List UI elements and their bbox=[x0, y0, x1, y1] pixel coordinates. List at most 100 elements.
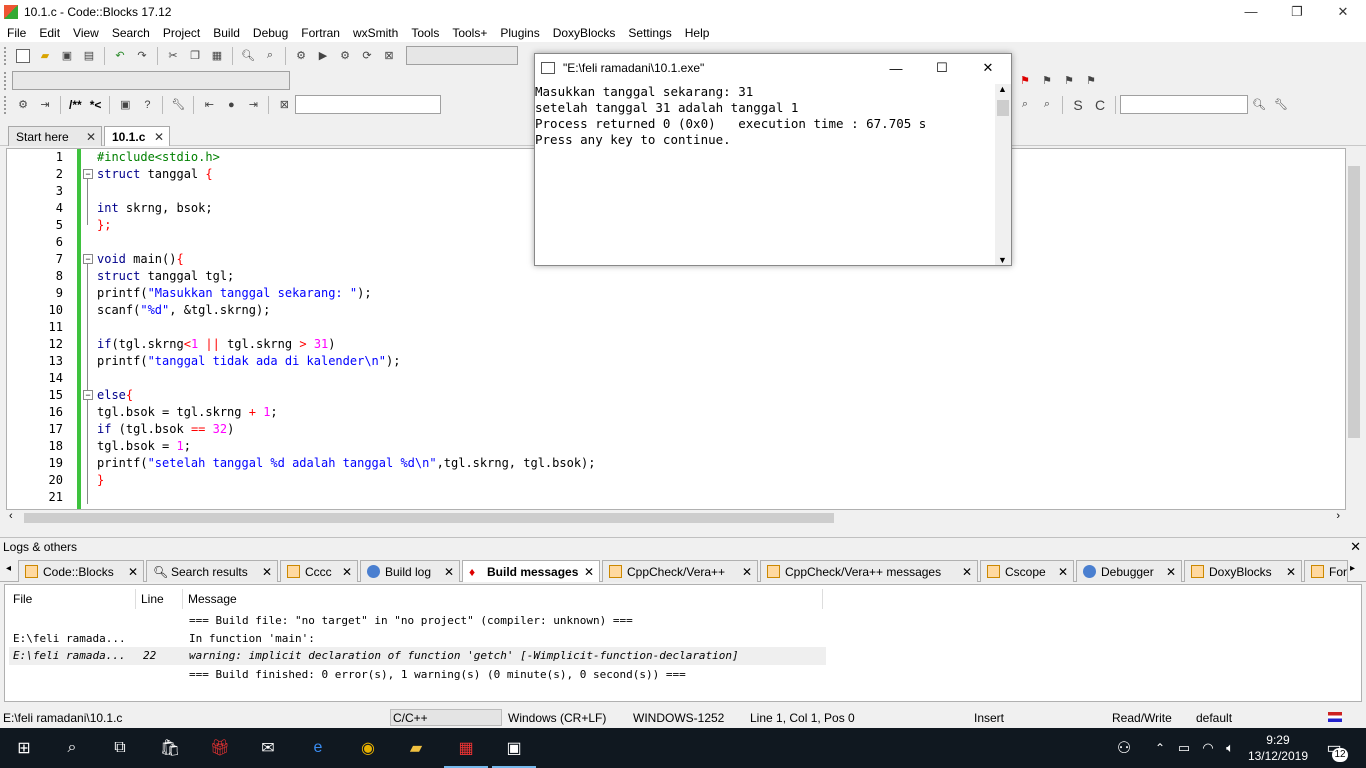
cut-icon[interactable]: ✂ bbox=[164, 47, 182, 65]
close-tab-icon[interactable]: ✕ bbox=[262, 565, 272, 579]
paste-icon[interactable]: ▦ bbox=[208, 47, 226, 65]
flag-icon[interactable]: ⚑ bbox=[1038, 72, 1056, 90]
wifi-icon[interactable]: ◠ bbox=[1196, 736, 1220, 760]
flag-next-icon[interactable]: ⚑ bbox=[1060, 72, 1078, 90]
zoom-out-icon[interactable]: ⌕ bbox=[1016, 96, 1034, 114]
log-tab-search-results[interactable]: 🔍︎ Search results ✕ bbox=[146, 560, 278, 582]
list-item[interactable]: === Build finished: 0 error(s), 1 warnin… bbox=[9, 666, 826, 684]
log-tab-doxyblocks[interactable]: DoxyBlocks ✕ bbox=[1184, 560, 1302, 582]
column-header-line[interactable]: Line bbox=[141, 591, 164, 607]
undo-icon[interactable]: ↶ bbox=[111, 47, 129, 65]
column-header-message[interactable]: Message bbox=[188, 591, 237, 607]
box-comment-icon[interactable]: ▣ bbox=[116, 96, 134, 114]
menu-edit[interactable]: Edit bbox=[32, 26, 66, 40]
new-file-icon[interactable] bbox=[14, 47, 32, 65]
menu-debug[interactable]: Debug bbox=[246, 26, 294, 40]
search-go-icon[interactable]: 🔍︎ bbox=[1250, 96, 1268, 114]
editor-horizontal-scrollbar[interactable]: ‹ › bbox=[6, 510, 1346, 526]
build-target-dropdown[interactable] bbox=[406, 46, 518, 65]
tab-start-here[interactable]: Start here ✕ bbox=[8, 126, 102, 146]
log-tab-fortran[interactable]: Fort bbox=[1304, 560, 1348, 582]
menu-doxyblocks[interactable]: DoxyBlocks bbox=[546, 26, 622, 40]
log-tab-codeblocks[interactable]: Code::Blocks ✕ bbox=[18, 560, 144, 582]
menu-wxsmith[interactable]: wxSmith bbox=[346, 26, 404, 40]
console-maximize-button[interactable]: ☐ bbox=[919, 54, 965, 82]
fold-margin[interactable]: − − − bbox=[83, 149, 95, 509]
fold-icon[interactable]: − bbox=[83, 254, 93, 264]
close-tab-icon[interactable]: ✕ bbox=[962, 565, 972, 579]
scope-dropdown[interactable] bbox=[12, 71, 290, 90]
menu-view[interactable]: View bbox=[66, 26, 105, 40]
menu-build[interactable]: Build bbox=[206, 26, 246, 40]
system-clock[interactable]: 9:29 13/12/2019 bbox=[1248, 732, 1308, 764]
zoom-icon[interactable]: ⌕ bbox=[1038, 96, 1056, 114]
scroll-down-icon[interactable]: ▼ bbox=[998, 255, 1007, 265]
save-icon[interactable]: ▣ bbox=[58, 47, 76, 65]
rebuild-icon[interactable]: ⟳ bbox=[358, 47, 376, 65]
clear-search-icon[interactable]: ⊠ bbox=[275, 96, 293, 114]
battery-icon[interactable]: ▭ bbox=[1172, 736, 1196, 760]
wrench-icon[interactable]: 🔧︎ bbox=[169, 96, 187, 114]
restore-button[interactable]: ❐ bbox=[1274, 0, 1320, 23]
save-all-icon[interactable]: ▤ bbox=[80, 47, 98, 65]
tabs-scroll-left-icon[interactable]: ◂ bbox=[6, 563, 11, 574]
next-bookmark-icon[interactable]: ⇥ bbox=[244, 96, 262, 114]
thread-search-input[interactable] bbox=[1120, 95, 1248, 114]
status-language[interactable]: C/C++ bbox=[390, 709, 502, 726]
chrome-browser-icon[interactable]: ◉ bbox=[356, 736, 380, 760]
copy-icon[interactable]: ❐ bbox=[186, 47, 204, 65]
list-item[interactable]: === Build file: "no target" in "no proje… bbox=[9, 612, 826, 630]
menu-search[interactable]: Search bbox=[105, 26, 156, 40]
menu-tools[interactable]: Tools bbox=[404, 26, 445, 40]
incremental-search-input[interactable] bbox=[295, 95, 442, 114]
console-close-button[interactable]: ✕ bbox=[965, 54, 1011, 82]
jump-icon[interactable]: ⇥ bbox=[36, 96, 54, 114]
console-window[interactable]: "E:\feli ramadani\10.1.exe" — ☐ ✕ Masukk… bbox=[534, 53, 1012, 266]
fold-icon[interactable]: − bbox=[83, 390, 93, 400]
menu-help[interactable]: Help bbox=[678, 26, 716, 40]
list-item[interactable]: E:\feli ramada... In function 'main': bbox=[9, 630, 826, 648]
log-tab-cscope[interactable]: Cscope ✕ bbox=[980, 560, 1074, 582]
toggle-bookmark-icon[interactable]: ⚙ bbox=[14, 96, 32, 114]
file-explorer-icon[interactable]: ▰ bbox=[404, 736, 428, 760]
log-tab-cppcheck-messages[interactable]: CppCheck/Vera++ messages ✕ bbox=[760, 560, 978, 582]
editor-vertical-scrollbar[interactable] bbox=[1346, 148, 1362, 510]
task-view-icon[interactable]: ⧉ bbox=[108, 736, 132, 760]
list-item[interactable]: E:\feli ramada... 22 warning: implicit d… bbox=[9, 647, 826, 665]
symbol-c-icon[interactable]: C bbox=[1091, 96, 1109, 114]
build-messages-list[interactable]: File Line Message === Build file: "no ta… bbox=[4, 584, 1362, 702]
menu-file[interactable]: File bbox=[0, 26, 32, 40]
menu-plugins[interactable]: Plugins bbox=[493, 26, 545, 40]
console-title-bar[interactable]: "E:\feli ramadani\10.1.exe" — ☐ ✕ bbox=[535, 54, 1011, 82]
uncomment-button[interactable]: *< bbox=[90, 98, 102, 112]
console-taskbar-icon[interactable]: ▣ bbox=[502, 736, 526, 760]
close-tab-icon[interactable]: ✕ bbox=[1286, 565, 1296, 579]
red-flag-icon[interactable]: ⚑ bbox=[1016, 72, 1034, 90]
close-tab-icon[interactable]: ✕ bbox=[584, 565, 594, 579]
edge-browser-icon[interactable]: e bbox=[306, 736, 330, 760]
scroll-right-icon[interactable]: › bbox=[1336, 510, 1340, 522]
close-panel-icon[interactable]: ✕ bbox=[1350, 539, 1361, 555]
close-tab-icon[interactable]: ✕ bbox=[742, 565, 752, 579]
scroll-thumb[interactable] bbox=[997, 100, 1009, 116]
code-text[interactable]: #include<stdio.h> struct tanggal { int s… bbox=[97, 149, 596, 506]
mail-icon[interactable]: ✉ bbox=[256, 736, 280, 760]
open-folder-icon[interactable]: ▰ bbox=[36, 47, 54, 65]
menu-settings[interactable]: Settings bbox=[621, 26, 677, 40]
abort-icon[interactable]: ⊠ bbox=[380, 47, 398, 65]
scroll-thumb[interactable] bbox=[1348, 166, 1360, 438]
close-tab-icon[interactable]: ✕ bbox=[128, 565, 138, 579]
redo-icon[interactable]: ↷ bbox=[133, 47, 151, 65]
scroll-thumb[interactable] bbox=[24, 513, 834, 523]
tab-10-1-c[interactable]: 10.1.c ✕ bbox=[104, 126, 170, 146]
show-hidden-icons-chevron-up-icon[interactable]: ⌃ bbox=[1148, 736, 1172, 760]
fold-icon[interactable]: − bbox=[83, 169, 93, 179]
windows-start-icon[interactable]: ⊞ bbox=[12, 736, 36, 760]
minimize-button[interactable]: — bbox=[1228, 0, 1274, 23]
tabs-scroll-right-icon[interactable]: ▸ bbox=[1350, 563, 1355, 574]
store-icon[interactable]: 🛍︎ bbox=[158, 736, 182, 760]
menu-project[interactable]: Project bbox=[156, 26, 206, 40]
help-icon[interactable]: ? bbox=[138, 96, 156, 114]
search-options-icon[interactable]: 🔧︎ bbox=[1272, 96, 1290, 114]
close-tab-icon[interactable]: ✕ bbox=[342, 565, 352, 579]
